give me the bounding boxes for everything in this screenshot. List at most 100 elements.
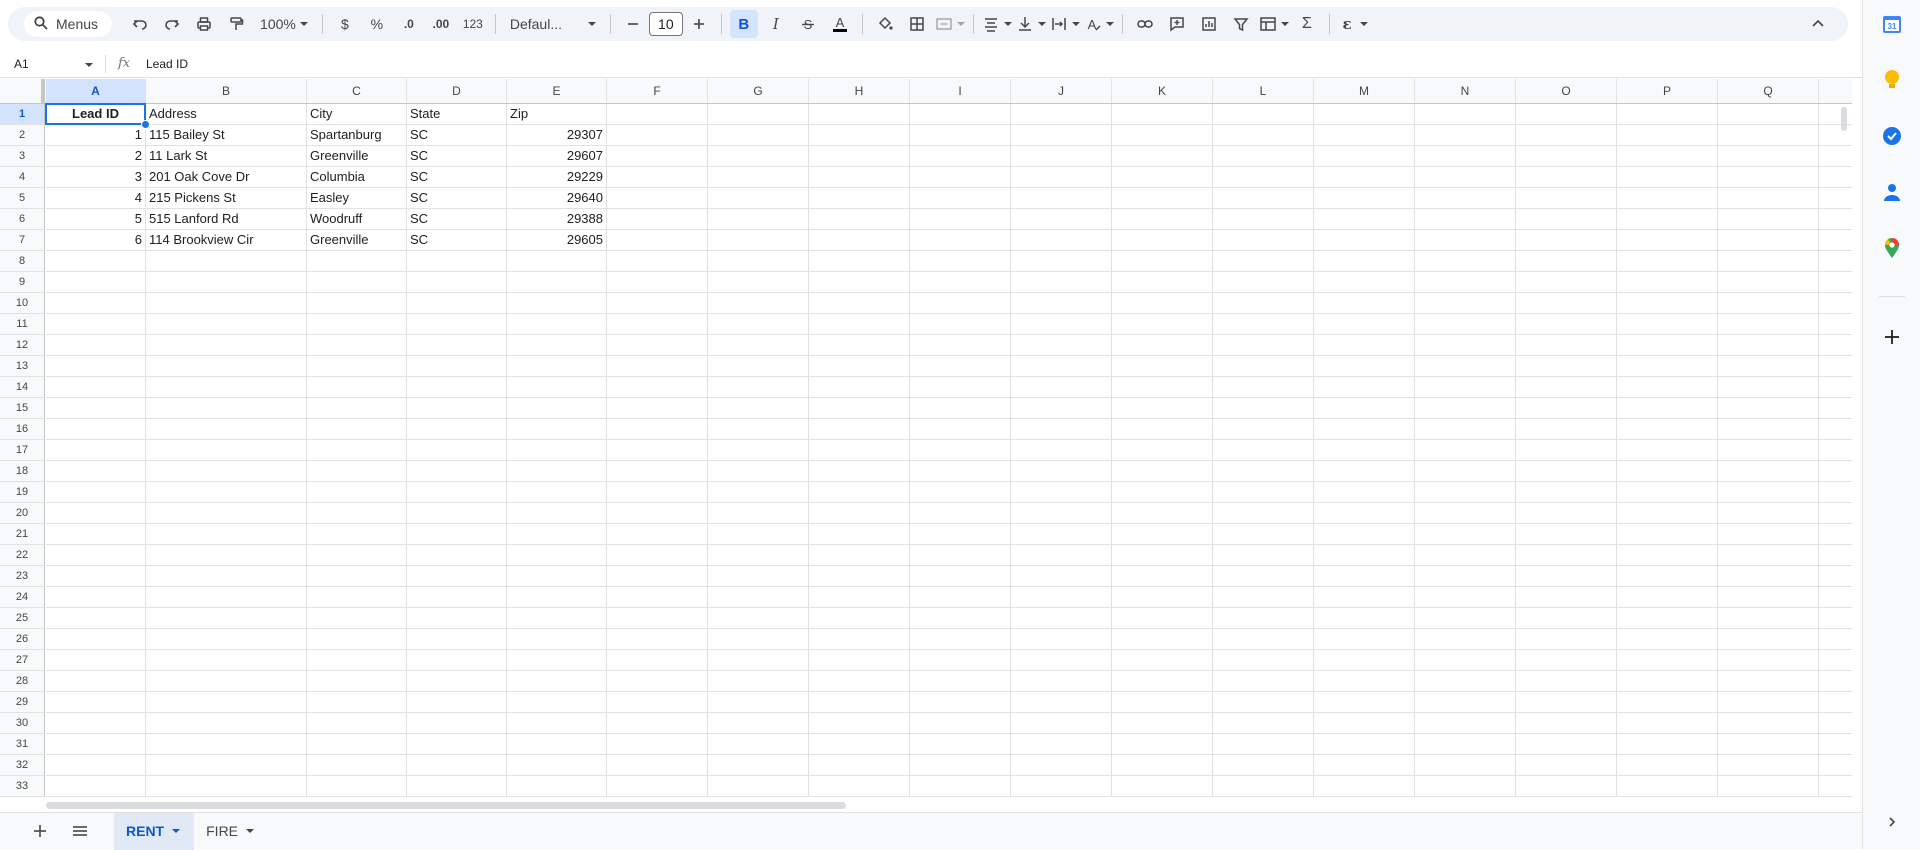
row-header-8[interactable]: 8 bbox=[0, 251, 45, 272]
tasks-icon[interactable] bbox=[1880, 124, 1904, 148]
row-header-26[interactable]: 26 bbox=[0, 629, 45, 650]
column-header-c[interactable]: C bbox=[307, 79, 407, 103]
cell-e4[interactable]: 29229 bbox=[507, 167, 606, 187]
cell-d1[interactable]: State bbox=[407, 104, 506, 124]
merge-cells-button[interactable] bbox=[935, 10, 965, 38]
undo-button[interactable] bbox=[126, 10, 154, 38]
column-header-n[interactable]: N bbox=[1415, 79, 1516, 103]
strikethrough-button[interactable]: S bbox=[794, 10, 822, 38]
add-sheet-button[interactable] bbox=[20, 815, 60, 847]
row-header-2[interactable]: 2 bbox=[0, 125, 45, 146]
paint-format-button[interactable] bbox=[222, 10, 250, 38]
row-header-24[interactable]: 24 bbox=[0, 587, 45, 608]
vertical-scrollbar[interactable] bbox=[1838, 103, 1852, 800]
vertical-scroll-thumb[interactable] bbox=[1841, 107, 1847, 131]
column-header-b[interactable]: B bbox=[146, 79, 307, 103]
cell-c4[interactable]: Columbia bbox=[307, 167, 406, 187]
column-header-g[interactable]: G bbox=[708, 79, 809, 103]
print-button[interactable] bbox=[190, 10, 218, 38]
row-header-10[interactable]: 10 bbox=[0, 293, 45, 314]
sheet-tab-fire[interactable]: FIRE bbox=[194, 813, 268, 850]
row-header-1[interactable]: 1 bbox=[0, 104, 45, 125]
row-header-32[interactable]: 32 bbox=[0, 755, 45, 776]
cell-b6[interactable]: 515 Lanford Rd bbox=[146, 209, 306, 229]
cell-b1[interactable]: Address bbox=[146, 104, 306, 124]
cell-d5[interactable]: SC bbox=[407, 188, 506, 208]
column-header-e[interactable]: E bbox=[507, 79, 607, 103]
cell-c6[interactable]: Woodruff bbox=[307, 209, 406, 229]
cell-c5[interactable]: Easley bbox=[307, 188, 406, 208]
maps-icon[interactable] bbox=[1880, 236, 1904, 260]
cell-b2[interactable]: 115 Bailey St bbox=[146, 125, 306, 145]
cell-a3[interactable]: 2 bbox=[46, 146, 145, 166]
increase-font-size-button[interactable] bbox=[685, 10, 713, 38]
bold-button[interactable]: B bbox=[729, 10, 758, 38]
cell-e7[interactable]: 29605 bbox=[507, 230, 606, 250]
row-header-31[interactable]: 31 bbox=[0, 734, 45, 755]
cell-d4[interactable]: SC bbox=[407, 167, 506, 187]
text-wrapping-button[interactable] bbox=[1050, 10, 1080, 38]
row-header-5[interactable]: 5 bbox=[0, 188, 45, 209]
cell-e3[interactable]: 29607 bbox=[507, 146, 606, 166]
menus-search[interactable]: Menus bbox=[24, 11, 113, 37]
row-header-33[interactable]: 33 bbox=[0, 776, 45, 797]
cell-b3[interactable]: 11 Lark St bbox=[146, 146, 306, 166]
row-header-23[interactable]: 23 bbox=[0, 566, 45, 587]
cell-a5[interactable]: 4 bbox=[46, 188, 145, 208]
increase-decimal-button[interactable]: .00 bbox=[427, 10, 455, 38]
row-header-15[interactable]: 15 bbox=[0, 398, 45, 419]
row-header-21[interactable]: 21 bbox=[0, 524, 45, 545]
horizontal-align-button[interactable] bbox=[982, 10, 1012, 38]
column-header-i[interactable]: I bbox=[910, 79, 1011, 103]
filter-button[interactable] bbox=[1227, 10, 1255, 38]
column-header-q[interactable]: Q bbox=[1718, 79, 1819, 103]
row-header-11[interactable]: 11 bbox=[0, 314, 45, 335]
row-header-6[interactable]: 6 bbox=[0, 209, 45, 230]
expand-panel-button[interactable] bbox=[1880, 810, 1904, 834]
vertical-align-button[interactable] bbox=[1016, 10, 1046, 38]
row-header-18[interactable]: 18 bbox=[0, 461, 45, 482]
cell-c3[interactable]: Greenville bbox=[307, 146, 406, 166]
row-header-9[interactable]: 9 bbox=[0, 272, 45, 293]
font-family-select[interactable]: Defaul... bbox=[504, 10, 602, 38]
row-header-29[interactable]: 29 bbox=[0, 692, 45, 713]
number-format-button[interactable]: 123 bbox=[459, 10, 487, 38]
redo-button[interactable] bbox=[158, 10, 186, 38]
formula-input[interactable]: Lead ID bbox=[146, 57, 188, 71]
column-header-d[interactable]: D bbox=[407, 79, 507, 103]
cell-b5[interactable]: 215 Pickens St bbox=[146, 188, 306, 208]
cell-c1[interactable]: City bbox=[307, 104, 406, 124]
cell-a4[interactable]: 3 bbox=[46, 167, 145, 187]
zoom-select[interactable]: 100% bbox=[254, 10, 314, 38]
input-tools-button[interactable]: ε bbox=[1338, 10, 1368, 38]
cell-d2[interactable]: SC bbox=[407, 125, 506, 145]
cell-a6[interactable]: 5 bbox=[46, 209, 145, 229]
cell-a1[interactable]: Lead ID bbox=[46, 104, 145, 124]
cell-e2[interactable]: 29307 bbox=[507, 125, 606, 145]
currency-format-button[interactable]: $ bbox=[331, 10, 359, 38]
row-header-20[interactable]: 20 bbox=[0, 503, 45, 524]
column-header-f[interactable]: F bbox=[607, 79, 708, 103]
insert-comment-button[interactable] bbox=[1163, 10, 1191, 38]
cell-a2[interactable]: 1 bbox=[46, 125, 145, 145]
calendar-icon[interactable]: 31 bbox=[1880, 12, 1904, 36]
column-header-k[interactable]: K bbox=[1112, 79, 1213, 103]
column-header-a[interactable]: A bbox=[46, 79, 146, 103]
row-header-7[interactable]: 7 bbox=[0, 230, 45, 251]
italic-button[interactable]: I bbox=[762, 10, 790, 38]
cell-c2[interactable]: Spartanburg bbox=[307, 125, 406, 145]
collapse-toolbar-button[interactable] bbox=[1804, 10, 1832, 38]
decrease-decimal-button[interactable]: .0 bbox=[395, 10, 423, 38]
row-header-14[interactable]: 14 bbox=[0, 377, 45, 398]
cell-c7[interactable]: Greenville bbox=[307, 230, 406, 250]
row-header-3[interactable]: 3 bbox=[0, 146, 45, 167]
fill-color-button[interactable] bbox=[871, 10, 899, 38]
cell-area[interactable]: Lead ID Address City State Zip 1 115 Bailey St… bbox=[45, 103, 1852, 797]
column-header-h[interactable]: H bbox=[809, 79, 910, 103]
row-header-25[interactable]: 25 bbox=[0, 608, 45, 629]
cell-a7[interactable]: 6 bbox=[46, 230, 145, 250]
column-header-p[interactable]: P bbox=[1617, 79, 1718, 103]
cell-d6[interactable]: SC bbox=[407, 209, 506, 229]
column-header-m[interactable]: M bbox=[1314, 79, 1415, 103]
row-header-16[interactable]: 16 bbox=[0, 419, 45, 440]
